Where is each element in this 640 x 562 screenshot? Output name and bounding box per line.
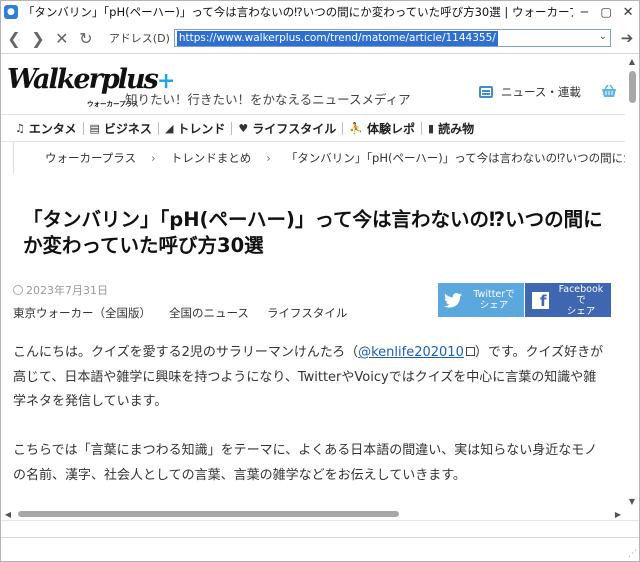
address-dropdown-icon[interactable]: ⌄ xyxy=(599,31,607,42)
tag-link[interactable]: 東京ウォーカー（全国版） xyxy=(13,305,151,321)
scroll-down-arrow-icon[interactable]: ▼ xyxy=(625,494,639,508)
twitter-share-button[interactable]: Twitterで シェア xyxy=(438,283,524,317)
restore-button[interactable]: ▢ xyxy=(595,2,617,22)
status-divider xyxy=(1,520,639,521)
navigation-bar: ❮ ❯ ✕ ↻ アドレス(D) https://www.walkerplus.c… xyxy=(1,23,639,53)
breadcrumb-divider xyxy=(13,142,14,174)
address-label: アドレス(D) xyxy=(108,32,170,45)
scroll-right-arrow-icon[interactable]: ▶ xyxy=(611,508,625,520)
back-button[interactable]: ❮ xyxy=(3,26,25,50)
news-serial-link[interactable]: ニュース・連載 xyxy=(479,84,581,100)
nav-divider xyxy=(157,121,159,135)
twitter-share-label: Twitterで シェア xyxy=(473,289,515,311)
twitter-bird-icon xyxy=(438,292,468,308)
breadcrumb-trend[interactable]: トレンドまとめ xyxy=(171,150,252,166)
status-bar: ⋰ xyxy=(1,537,639,561)
article-date: 2023年7月31日 xyxy=(13,282,108,298)
chevron-right-icon: › xyxy=(266,151,271,165)
vertical-scrollbar[interactable]: ▲ ▼ xyxy=(625,54,639,508)
category-nav: ♫ エンタメ ▤ ビジネス ◢ トレンド ♥ ライフスタイル ⛹ 体験レポ ▮ 読み物 xyxy=(1,114,625,142)
person-icon: ⛹ xyxy=(349,121,364,135)
horizontal-scrollbar[interactable]: ◀ ▶ xyxy=(1,508,625,520)
stop-button[interactable]: ✕ xyxy=(51,26,73,50)
address-url[interactable]: https://www.walkerplus.com/trend/matome/… xyxy=(176,30,498,46)
minimize-button[interactable]: ─ xyxy=(573,2,595,22)
nav-item-lifestyle[interactable]: ♥ ライフスタイル xyxy=(238,120,336,137)
address-input[interactable]: https://www.walkerplus.com/trend/matome/… xyxy=(173,29,612,47)
article-paragraph: こちらでは「言葉にまつわる知識」をテーマに、よくある日本語の間違い、実は知らない… xyxy=(13,443,598,483)
breadcrumb-current: 「タンバリン」「pH(ペーハー)」って今は言わないの⁉いつの間にか変わっていた呼… xyxy=(285,151,625,165)
facebook-share-label: Facebookで シェア xyxy=(558,283,604,317)
article-paragraph: こんにちは。クイズを愛する2児のサラリーマンけんたろ（@kenlife20201… xyxy=(13,345,604,409)
facebook-f-icon: f xyxy=(525,291,555,309)
tag-link[interactable]: 全国のニュース xyxy=(169,305,249,321)
close-button[interactable]: ✕ xyxy=(617,2,639,22)
horizontal-scroll-thumb[interactable] xyxy=(18,511,399,517)
music-note-icon: ♫ xyxy=(15,121,25,135)
nav-divider xyxy=(421,121,423,135)
chevron-right-icon: › xyxy=(151,151,156,165)
heart-icon: ♥ xyxy=(238,121,249,135)
forward-button[interactable]: ❯ xyxy=(27,26,49,50)
refresh-button[interactable]: ↻ xyxy=(75,26,97,50)
external-link-icon xyxy=(465,347,475,356)
basket-icon[interactable] xyxy=(601,84,617,98)
resize-grip-icon[interactable]: ⋰ xyxy=(628,549,637,559)
author-twitter-link[interactable]: @kenlife202010 xyxy=(358,345,464,360)
vertical-scroll-thumb[interactable] xyxy=(629,71,636,103)
scroll-up-arrow-icon[interactable]: ▲ xyxy=(625,54,639,68)
clock-icon xyxy=(13,285,23,295)
nav-item-business[interactable]: ▤ ビジネス xyxy=(90,120,152,137)
title-bar: ● 「タンバリン」「pH(ペーハー)」って今は言わないの⁉いつの間にか変わってい… xyxy=(1,1,639,23)
nav-divider xyxy=(82,121,84,135)
tag-link[interactable]: ライフスタイル xyxy=(267,305,348,321)
news-link-label: ニュース・連載 xyxy=(501,85,581,99)
site-tagline: 知りたい！行きたい！をかなえるニュースメディア xyxy=(125,92,411,107)
nav-divider xyxy=(342,121,344,135)
date-text: 2023年7月31日 xyxy=(26,284,108,297)
nav-item-trend[interactable]: ◢ トレンド xyxy=(165,120,225,137)
trend-chart-icon: ◢ xyxy=(164,121,174,135)
browser-window: ● 「タンバリン」「pH(ペーハー)」って今は言わないの⁉いつの間にか変わってい… xyxy=(0,0,640,562)
site-header: Walkerplus+ ウォーカープラス 知りたい！行きたい！をかなえるニュース… xyxy=(1,54,625,114)
nav-item-report[interactable]: ⛹ 体験レポ xyxy=(349,120,415,137)
scroll-left-arrow-icon[interactable]: ◀ xyxy=(1,508,15,520)
chat-bubble-icon: ● xyxy=(4,5,18,19)
book-icon: ▮ xyxy=(428,121,435,135)
briefcase-icon: ▤ xyxy=(89,121,100,135)
window-title: 「タンバリン」「pH(ペーハー)」って今は言わないの⁉いつの間にか変わっていた呼… xyxy=(22,5,574,19)
go-button[interactable]: ➔ xyxy=(615,26,639,50)
nav-item-reading[interactable]: ▮ 読み物 xyxy=(428,120,474,137)
article-tags: 東京ウォーカー（全国版） 全国のニュース ライフスタイル xyxy=(13,305,365,321)
nav-item-entertainment[interactable]: ♫ エンタメ xyxy=(15,120,77,137)
page-viewport: Walkerplus+ ウォーカープラス 知りたい！行きたい！をかなえるニュース… xyxy=(1,54,625,508)
article-title: 「タンバリン」「pH(ペーハー)」って今は言わないの⁉いつの間にか変わっていた呼… xyxy=(23,208,603,257)
breadcrumb: ウォーカープラス › トレンドまとめ › 「タンバリン」「pH(ペーハー)」って… xyxy=(1,142,625,174)
newspaper-icon xyxy=(479,86,493,98)
facebook-share-button[interactable]: f Facebookで シェア xyxy=(525,283,611,317)
breadcrumb-home[interactable]: ウォーカープラス xyxy=(45,150,136,166)
nav-divider xyxy=(231,121,233,135)
